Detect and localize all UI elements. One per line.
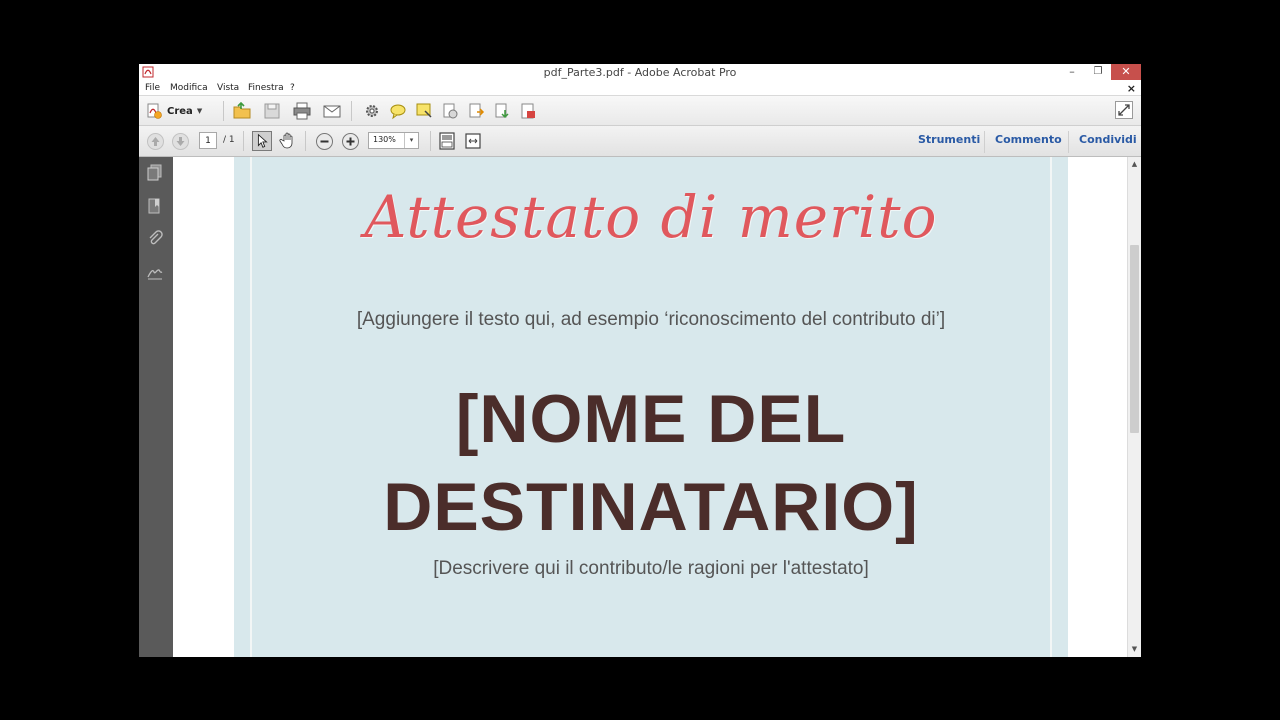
menu-file[interactable]: File [145,83,160,93]
scroll-up-arrow[interactable]: ▲ [1128,160,1141,170]
chevron-down-icon: ▾ [404,133,418,148]
page-number-input[interactable]: 1 [199,132,217,149]
fit-page-icon[interactable] [438,132,456,150]
main-toolbar: Crea ▼ [139,95,1141,126]
toolbar-divider [430,131,431,151]
settings-icon[interactable] [363,102,381,120]
tab-strumenti[interactable]: Strumenti [918,133,980,146]
print-icon[interactable] [293,102,311,120]
menu-modifica[interactable]: Modifica [170,83,208,93]
toolbar-divider [243,131,244,151]
minus-icon [320,140,329,143]
pane-divider [1068,131,1069,153]
certificate-description: [Descrivere qui il contributo/le ragioni… [433,558,869,579]
recipient-name: [NOME DEL DESTINATARIO] [234,375,1068,551]
previous-page-button[interactable] [147,133,164,150]
chevron-down-icon: ▼ [196,107,203,115]
hand-tool-icon[interactable] [279,132,297,150]
menu-help[interactable]: ? [290,83,295,93]
close-document-button[interactable]: × [1127,82,1136,95]
zoom-select[interactable]: 130% ▾ [368,132,419,149]
pdf-page: Attestato di merito [Aggiungere il testo… [234,157,1068,657]
title-bar: pdf_Parte3.pdf - Adobe Acrobat Pro – ❐ ✕ [139,64,1141,81]
combine-icon[interactable] [493,102,511,120]
certificate-intro-text: [Aggiungere il testo qui, ad esempio ‘ri… [356,309,946,330]
zoom-in-button[interactable] [342,133,359,150]
signature-icon[interactable] [146,263,164,281]
stamp-icon[interactable] [441,102,459,120]
select-tool-icon[interactable] [252,131,272,151]
toolbar-divider [351,101,352,121]
navigation-toolbar: 1 / 1 130% ▾ Strumenti Commento Condivid… [139,126,1141,157]
pane-divider [984,131,985,153]
vertical-scrollbar[interactable]: ▲ ▼ [1127,157,1141,657]
open-folder-icon[interactable] [233,102,251,120]
email-icon[interactable] [323,102,341,120]
menu-bar: File Modifica Vista Finestra ? × [139,81,1141,95]
recipient-name-line-2: DESTINATARIO] [383,469,919,545]
zoom-value: 130% [373,135,396,144]
expand-icon [1118,104,1130,116]
pdf-form-icon[interactable] [519,102,537,120]
create-button[interactable]: Crea ▼ [145,101,202,121]
comment-icon[interactable] [389,102,407,120]
page-thumbnails-icon[interactable] [146,164,164,182]
arrow-down-icon [176,137,185,146]
menu-vista[interactable]: Vista [217,83,239,93]
attachment-icon[interactable] [146,230,164,248]
scrollbar-thumb[interactable] [1130,245,1139,433]
tab-commento[interactable]: Commento [995,133,1062,146]
tab-condividi[interactable]: Condividi [1079,133,1137,146]
fullscreen-button[interactable] [1115,101,1133,119]
page-count: / 1 [223,135,235,145]
create-button-label: Crea [167,105,193,117]
save-icon[interactable] [263,102,281,120]
menu-finestra[interactable]: Finestra [248,83,284,93]
document-viewport[interactable]: Attestato di merito [Aggiungere il testo… [173,157,1127,657]
fit-width-icon[interactable] [464,132,482,150]
window-title: pdf_Parte3.pdf - Adobe Acrobat Pro [543,66,737,79]
plus-icon [346,137,355,146]
zoom-out-button[interactable] [316,133,333,150]
restore-button[interactable]: ❐ [1085,64,1111,80]
acrobat-window: pdf_Parte3.pdf - Adobe Acrobat Pro – ❐ ✕… [139,64,1141,657]
scroll-down-arrow[interactable]: ▼ [1128,645,1141,655]
export-icon[interactable] [467,102,485,120]
create-pdf-icon [147,103,162,119]
certificate-title: Attestato di merito [364,183,938,251]
navigation-pane [139,157,173,657]
recipient-name-line-1: [NOME DEL [455,381,847,457]
minimize-button[interactable]: – [1059,64,1085,80]
next-page-button[interactable] [172,133,189,150]
toolbar-divider [305,131,306,151]
arrow-up-icon [151,137,160,146]
bookmarks-icon[interactable] [146,197,164,215]
toolbar-divider [223,101,224,121]
sticky-note-icon[interactable] [415,102,433,120]
close-window-button[interactable]: ✕ [1111,64,1141,80]
